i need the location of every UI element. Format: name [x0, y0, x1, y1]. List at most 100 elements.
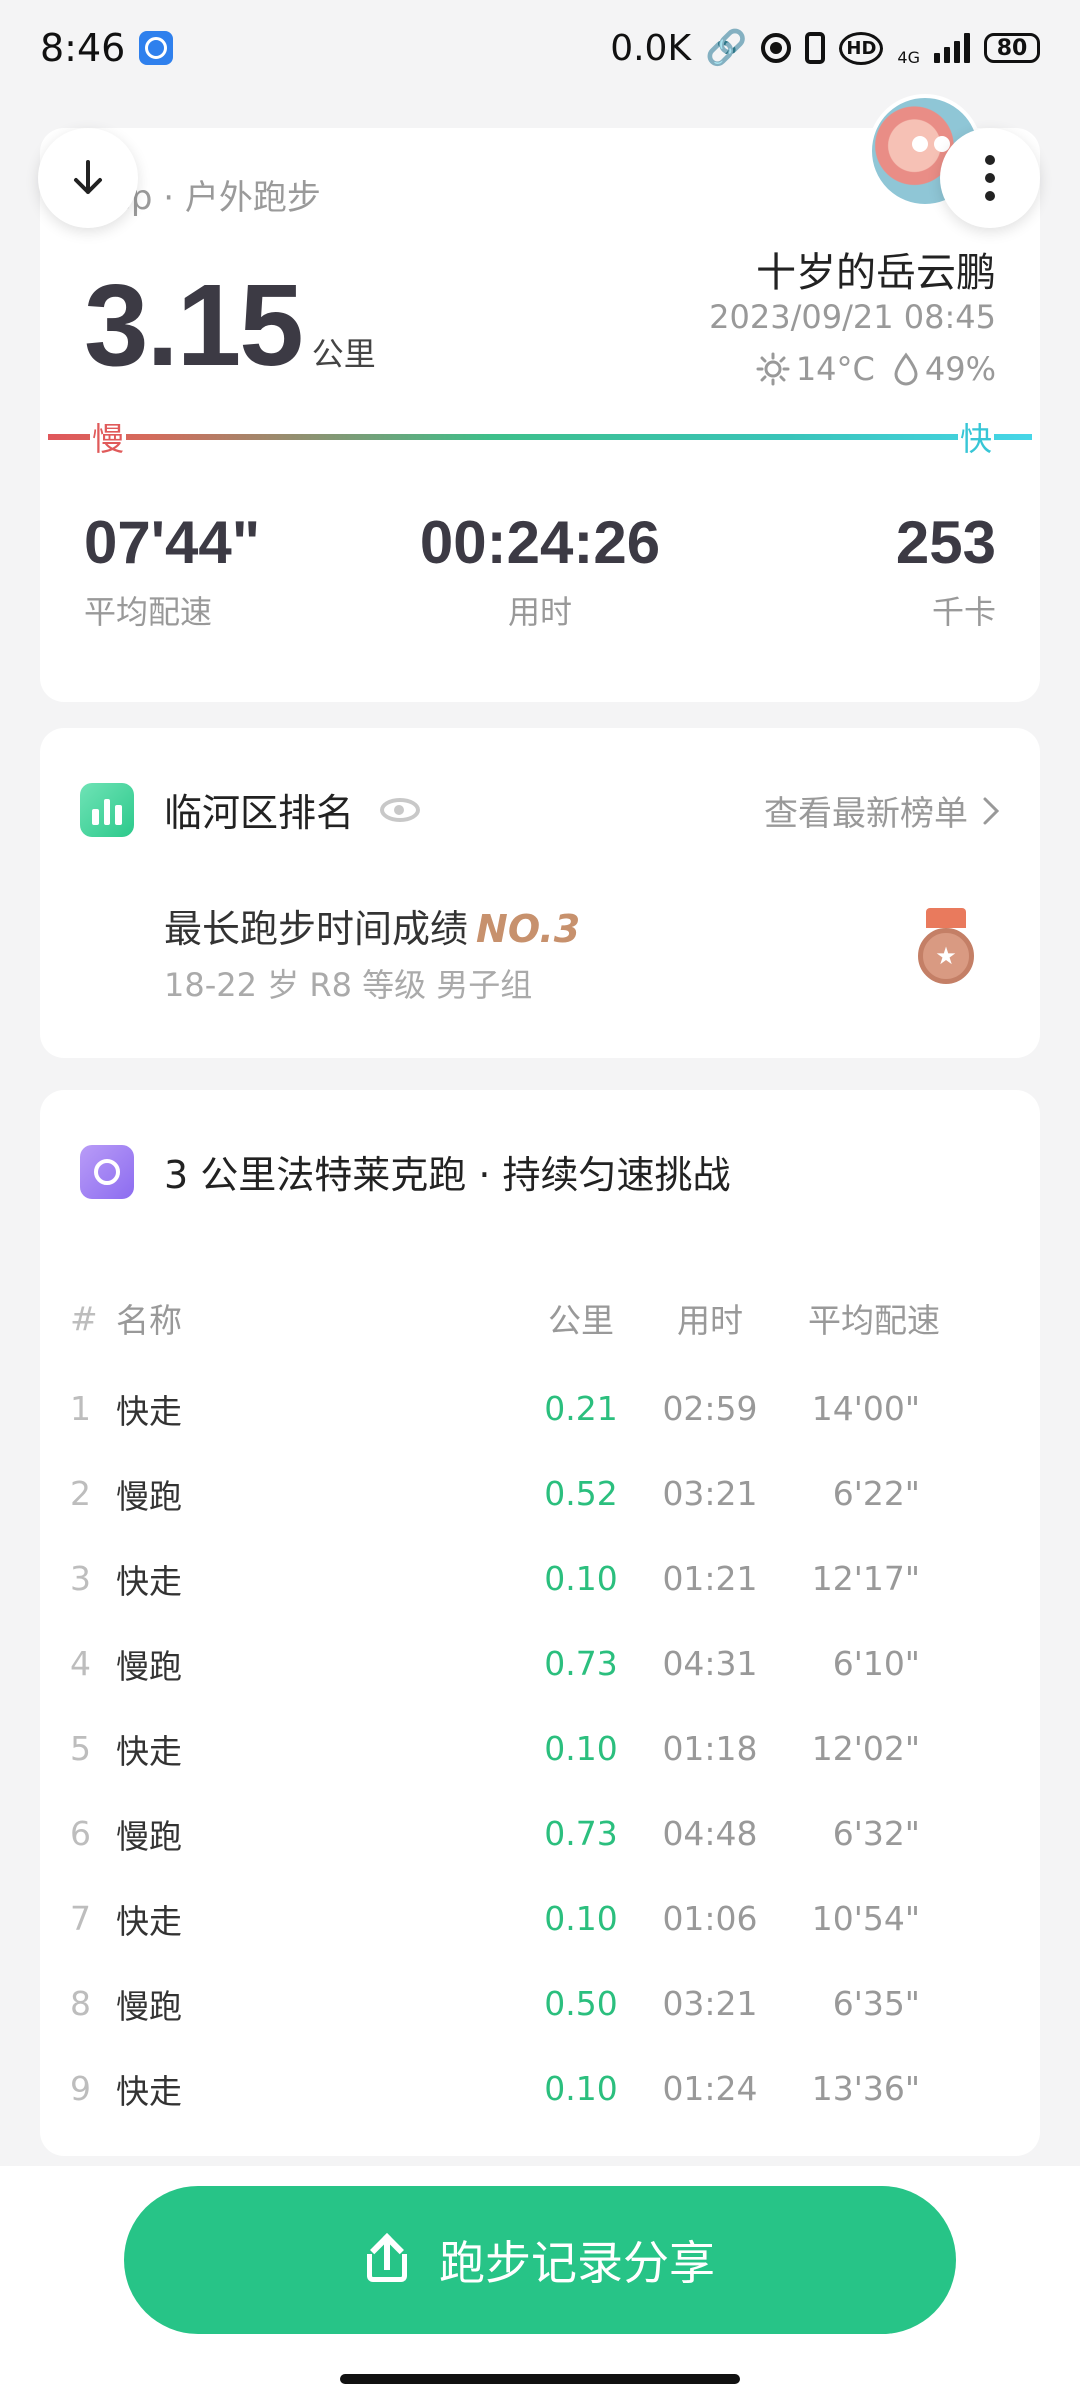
segment-time: 01:21 — [662, 1559, 758, 1598]
stat-label: 千卡 — [931, 593, 996, 631]
weather-info: 14°C 49% — [756, 350, 996, 388]
link-icon: 🔗 — [705, 28, 748, 68]
table-row: 5 快走 0.10 01:18 12'02" — [40, 1706, 1040, 1791]
distance-display: 3.15 公里 — [84, 258, 376, 392]
humidity: 49% — [893, 350, 996, 388]
stat-value: 00:24:26 — [419, 509, 661, 576]
segment-time: 01:24 — [662, 2069, 758, 2108]
activity-subtitle: ep · 户外跑步 — [110, 178, 321, 218]
table-row: 7 快走 0.10 01:06 10'54" — [40, 1876, 1040, 1961]
arrow-down-icon — [74, 160, 102, 194]
segment-index: 4 — [70, 1644, 91, 1683]
distance-value: 3.15 — [84, 260, 304, 390]
eye-icon[interactable] — [380, 797, 421, 822]
segment-km: 0.73 — [544, 1644, 618, 1683]
view-link-label: 查看最新榜单 — [764, 794, 968, 834]
stat-duration: 00:24:26 用时 — [40, 508, 1040, 633]
ranking-card[interactable]: 临河区排名 查看最新榜单 最长跑步时间成绩 NO.3 18-22 岁 R8 等级 … — [40, 728, 1040, 1058]
segment-name: 慢跑 — [116, 1986, 182, 2026]
net-speed: 0.0K — [610, 27, 692, 69]
ranking-header: 临河区排名 — [80, 782, 421, 837]
segment-pace: 6'22" — [832, 1474, 920, 1513]
ranking-title: 临河区排名 — [164, 791, 355, 835]
segment-name: 快走 — [116, 1391, 182, 1431]
status-right: 0.0K 🔗 HD 4G 80 — [610, 28, 1040, 69]
table-row: 3 快走 0.10 01:21 12'17" — [40, 1536, 1040, 1621]
segment-km: 0.50 — [544, 1984, 618, 2023]
temperature: 14°C — [756, 350, 875, 388]
segment-index: 8 — [70, 1984, 91, 2023]
segment-name: 慢跑 — [116, 1476, 182, 1516]
segment-name: 慢跑 — [116, 1816, 182, 1856]
segment-km: 0.10 — [544, 2069, 618, 2108]
vibrate-icon — [805, 32, 826, 64]
segment-km: 0.73 — [544, 1814, 618, 1853]
segment-km: 0.10 — [544, 1729, 618, 1768]
challenge-title: 3 公里法特莱克跑 · 持续匀速挑战 — [164, 1153, 731, 1197]
segment-time: 01:18 — [662, 1729, 758, 1768]
download-button[interactable] — [38, 128, 138, 228]
stat-label: 用时 — [507, 593, 572, 631]
table-header: # 名称 公里 用时 平均配速 — [40, 1270, 1040, 1366]
stopwatch-icon — [80, 1144, 134, 1199]
signal-icon — [934, 33, 970, 63]
table-row: 8 慢跑 0.50 03:21 6'35" — [40, 1961, 1040, 2046]
user-name: 十岁的岳云鹏 — [756, 250, 996, 296]
header-name: 名称 — [116, 1301, 182, 1340]
ranking-group: 18-22 岁 R8 等级 男子组 — [164, 966, 533, 1004]
header-index: # — [70, 1298, 98, 1338]
share-run-record-button[interactable]: 跑步记录分享 — [124, 2186, 956, 2334]
more-vertical-icon — [985, 155, 995, 201]
segment-km: 0.21 — [544, 1389, 618, 1428]
segment-km: 0.10 — [544, 1899, 618, 1938]
status-bar: 8:46 0.0K 🔗 HD 4G 80 — [0, 0, 1080, 96]
status-time: 8:46 — [40, 26, 126, 70]
ranking-achievement: 最长跑步时间成绩 NO.3 — [164, 898, 580, 953]
network-type: 4G — [897, 47, 920, 67]
segment-pace: 12'17" — [811, 1559, 920, 1598]
segment-index: 1 — [70, 1389, 91, 1428]
achievement-label: 最长跑步时间成绩 — [164, 907, 469, 951]
stat-value: 253 — [895, 509, 996, 576]
bar-chart-icon — [80, 782, 134, 837]
record-icon — [761, 33, 792, 63]
segment-index: 9 — [70, 2069, 91, 2108]
app-notification-icon — [139, 31, 174, 65]
water-drop-icon — [894, 352, 918, 386]
home-indicator[interactable] — [340, 2374, 740, 2384]
battery-icon: 80 — [984, 33, 1040, 63]
table-body: 1 快走 0.21 02:59 14'00" 2 慢跑 0.52 03:21 6'22" 3 快走 0.… — [40, 1366, 1040, 2131]
table-row: 4 慢跑 0.73 04:31 6'10" — [40, 1621, 1040, 1706]
sun-icon — [756, 352, 790, 386]
segment-time: 04:48 — [662, 1814, 758, 1853]
segment-pace: 14'00" — [811, 1389, 920, 1428]
segment-index: 3 — [70, 1559, 91, 1598]
header-time: 用时 — [677, 1301, 743, 1340]
humidity-value: 49% — [924, 350, 996, 388]
segment-km: 0.52 — [544, 1474, 618, 1513]
stat-calories: 253 千卡 — [896, 508, 996, 633]
table-row: 1 快走 0.21 02:59 14'00" — [40, 1366, 1040, 1451]
segment-km: 0.10 — [544, 1559, 618, 1598]
segment-index: 6 — [70, 1814, 91, 1853]
header-pace: 平均配速 — [808, 1301, 940, 1340]
fartlek-challenge-card: 3 公里法特莱克跑 · 持续匀速挑战 # 名称 公里 用时 平均配速 1 快走 0.… — [40, 1090, 1040, 2156]
segment-pace: 6'32" — [832, 1814, 920, 1853]
segment-index: 7 — [70, 1899, 91, 1938]
more-options-button[interactable] — [940, 128, 1040, 228]
segment-time: 04:31 — [662, 1644, 758, 1683]
segment-index: 2 — [70, 1474, 91, 1513]
segment-index: 5 — [70, 1729, 91, 1768]
segment-pace: 13'36" — [811, 2069, 920, 2108]
run-datetime: 2023/09/21 08:45 — [709, 298, 996, 336]
segment-pace: 6'35" — [832, 1984, 920, 2023]
table-row: 6 慢跑 0.73 04:48 6'32" — [40, 1791, 1040, 1876]
segment-name: 慢跑 — [116, 1646, 182, 1686]
slow-label: 慢 — [90, 414, 127, 460]
view-latest-leaderboard-link[interactable]: 查看最新榜单 — [764, 786, 1000, 835]
segment-pace: 6'10" — [832, 1644, 920, 1683]
medal-icon: ★ — [918, 908, 974, 988]
segment-time: 02:59 — [662, 1389, 758, 1428]
challenge-header: 3 公里法特莱克跑 · 持续匀速挑战 — [80, 1144, 731, 1199]
segment-time: 01:06 — [662, 1899, 758, 1938]
